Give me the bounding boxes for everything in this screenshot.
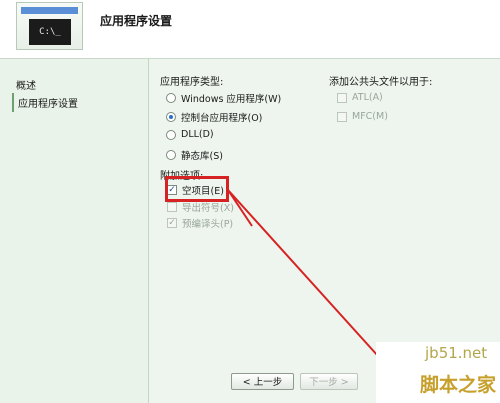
radio-selected-icon[interactable]: [166, 112, 176, 122]
checkbox-icon: [337, 92, 347, 103]
next-button[interactable]: 下一步 >: [300, 373, 358, 390]
wizard-header: C:\_ 应用程序设置: [0, 0, 500, 59]
radio-icon[interactable]: [166, 93, 176, 103]
radio-dll-label: DLL(D): [181, 129, 214, 140]
checkbox-icon: [167, 202, 177, 212]
checkbox-mfc-label: MFC(M): [352, 111, 388, 122]
checkbox-icon: [337, 111, 347, 122]
window-titlebar-graphic: [21, 7, 78, 14]
checkbox-atl-label: ATL(A): [352, 92, 383, 103]
console-graphic: C:\_: [29, 19, 71, 45]
checkbox-precompiled-header-label: 预编译头(P): [182, 219, 234, 230]
radio-dll[interactable]: DLL(D): [166, 129, 214, 140]
checkbox-mfc: MFC(M): [337, 111, 388, 122]
radio-static-lib-label: 静态库(S): [181, 151, 223, 162]
checkbox-precompiled-header: ✓ 预编译头(P): [167, 216, 233, 230]
sidebar-item-app-settings[interactable]: 应用程序设置: [12, 93, 78, 112]
radio-console-app[interactable]: 控制台应用程序(O): [166, 110, 262, 124]
app-type-label: 应用程序类型:: [160, 77, 224, 88]
watermark-logo-text: 脚本之家: [420, 374, 497, 396]
checkbox-export-symbols-label: 导出符号(X): [182, 203, 234, 214]
highlight-box: [165, 176, 229, 202]
common-headers-label: 添加公共头文件以用于:: [329, 77, 433, 88]
wizard-sidebar: 概述 应用程序设置: [0, 59, 149, 403]
radio-static-lib[interactable]: 静态库(S): [166, 148, 223, 162]
radio-icon[interactable]: [166, 150, 176, 160]
radio-windows-app[interactable]: Windows 应用程序(W): [166, 91, 281, 105]
sidebar-item-overview[interactable]: 概述: [16, 75, 36, 94]
radio-console-app-label: 控制台应用程序(O): [181, 113, 263, 124]
watermark-url: jb51.net: [425, 344, 488, 362]
checkbox-export-symbols: 导出符号(X): [167, 200, 234, 214]
checkmark-icon: ✓: [167, 218, 177, 228]
console-app-icon: C:\_: [16, 2, 83, 50]
back-button[interactable]: < 上一步: [231, 373, 294, 390]
radio-icon[interactable]: [166, 129, 176, 140]
radio-windows-app-label: Windows 应用程序(W): [181, 94, 282, 105]
checkbox-atl: ATL(A): [337, 92, 383, 103]
page-title: 应用程序设置: [100, 14, 173, 28]
